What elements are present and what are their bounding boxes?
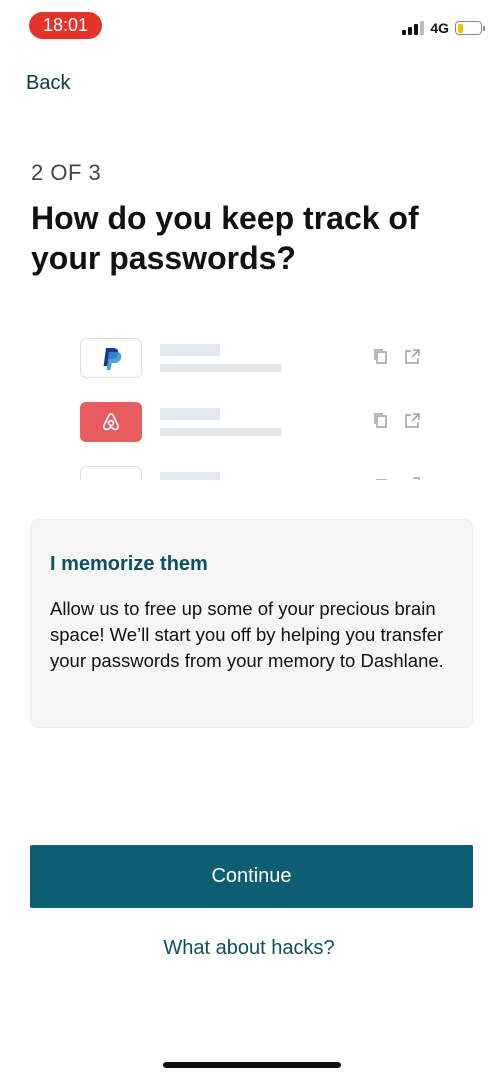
battery-level <box>457 23 463 33</box>
credential-row-partial <box>80 466 430 480</box>
home-indicator[interactable] <box>163 1062 341 1068</box>
airbnb-logo <box>80 402 142 442</box>
credentials-illustration <box>80 338 430 480</box>
open-external-icon <box>403 348 421 366</box>
paypal-logo <box>80 338 142 378</box>
credential-title-placeholder <box>160 344 220 356</box>
option-card-body: Allow us to free up some of your preciou… <box>50 598 444 671</box>
page-title: How do you keep track of your passwords? <box>31 200 419 276</box>
blank-logo <box>80 466 142 480</box>
copy-icon <box>372 412 390 430</box>
credential-login-placeholder <box>160 428 282 436</box>
credential-row-airbnb <box>80 402 430 442</box>
copy-icon <box>372 476 390 480</box>
open-external-icon <box>403 476 421 480</box>
signal-icon <box>402 21 425 35</box>
network-type: 4G <box>430 20 449 36</box>
what-about-hacks-link[interactable]: What about hacks? <box>0 937 498 960</box>
status-time: 18:01 <box>29 12 102 39</box>
copy-icon <box>372 348 390 366</box>
continue-button[interactable]: Continue <box>30 845 473 908</box>
status-indicators: 4G <box>402 20 485 36</box>
credential-title-placeholder <box>160 472 220 480</box>
credential-title-placeholder <box>160 408 220 420</box>
option-card[interactable]: I memorize them Allow us to free up some… <box>30 519 473 728</box>
status-bar: 18:01 4G <box>0 0 498 50</box>
credential-row-paypal <box>80 338 430 378</box>
back-button[interactable]: Back <box>26 72 70 95</box>
option-card-heading: I memorize them <box>50 553 208 575</box>
credential-login-placeholder <box>160 364 282 372</box>
step-indicator: 2 OF 3 <box>31 160 102 185</box>
open-external-icon <box>403 412 421 430</box>
battery-icon <box>455 21 485 35</box>
